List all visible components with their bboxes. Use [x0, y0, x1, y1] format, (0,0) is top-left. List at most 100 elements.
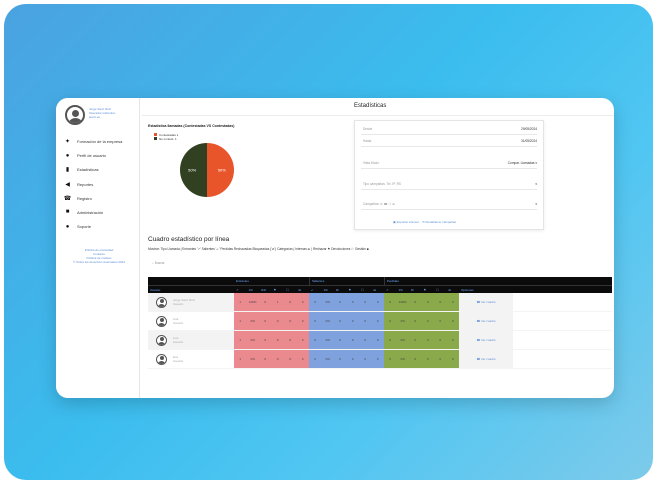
- filter-label: Tipo campañas: Tel. IP, RS: [363, 182, 402, 186]
- filter-value: Compar. Llamadas ▾: [507, 161, 537, 165]
- filter-label: Desde: [363, 127, 373, 131]
- view-details-link[interactable]: ☎ Ver cuadro: [459, 331, 513, 349]
- column-header[interactable]: ☐: [434, 286, 447, 293]
- column-header[interactable]: 1%: [322, 286, 335, 293]
- column-header[interactable]: ⊘⊘: [259, 286, 272, 293]
- main-content: Estadísticas Estadística llamadas (Conte…: [142, 98, 614, 398]
- table-row: Eva Usuario 1 0% 0 0 0 0 0 0% 0 0 0 0 0 0% 0 0 0 0 ☎ Ver cua…: [148, 350, 612, 369]
- filter-value: ▾: [535, 182, 537, 186]
- reset-campaigns-button[interactable]: ⟲ Restablecer campañas: [422, 220, 456, 224]
- red-stat-cell: 1: [271, 293, 284, 311]
- green-stat-cell: 0: [409, 331, 422, 349]
- red-stat-cell: 1: [234, 293, 247, 311]
- column-header[interactable]: 1%: [247, 286, 260, 293]
- column-header[interactable]: ↗: [234, 286, 247, 293]
- column-header[interactable]: ☐: [359, 286, 372, 293]
- user-profile[interactable]: Jorge Sanz Ruiz Operador telefonico jsan…: [65, 105, 137, 129]
- sidebar-item-1[interactable]: ● Perfil de usuario: [64, 150, 138, 161]
- sidebar-item-label: Estadísticas: [77, 167, 99, 173]
- sidebar-footer-links: Política de privacidad Contacto Política…: [62, 248, 136, 264]
- column-header[interactable]: ⚑: [422, 286, 435, 293]
- green-stat-cell: 0: [409, 312, 422, 330]
- column-header[interactable]: Opciones: [459, 286, 513, 293]
- column-header[interactable]: ⊞: [297, 286, 310, 293]
- column-header[interactable]: ⊞: [372, 286, 385, 293]
- table-row: Jorge Sanz Ruiz Usuario 1 100% 0 1 0 0 0 0% 0 0 0 0 0 1…: [148, 293, 612, 312]
- filter-to-date[interactable]: Hasta 31/05/2024: [363, 139, 537, 143]
- divider: [361, 168, 537, 169]
- blue-stat-cell: 0: [309, 350, 322, 368]
- megaphone-icon: ✦: [64, 139, 71, 145]
- sidebar-item-2[interactable]: ▮ Estadísticas: [64, 164, 138, 175]
- sidebar-item-5[interactable]: ■ Administración: [64, 207, 138, 218]
- red-stat-cell: 1: [234, 312, 247, 330]
- user-cell: Eva Usuario: [148, 350, 234, 368]
- column-header[interactable]: 1%: [397, 286, 410, 293]
- green-stat-cell: 0: [384, 293, 397, 311]
- filter-campaign-type[interactable]: Tipo campañas: Tel. IP, RS ▾: [363, 182, 537, 186]
- row-user-sub: Usuario: [173, 340, 184, 344]
- blue-stat-cell: 0: [346, 350, 359, 368]
- red-stat-cell: 0: [271, 331, 284, 349]
- user-info: Jorge Sanz Ruiz Operador telefonico jsan…: [89, 107, 135, 119]
- column-header[interactable]: ⊠: [409, 286, 422, 293]
- green-stat-cell: 0: [409, 350, 422, 368]
- red-stat-cell: 0: [271, 312, 284, 330]
- filter-campaigns[interactable]: Campañas: ✉ ☎ ☐ ⊞ ▾: [363, 202, 537, 206]
- red-stat-cell: 0: [259, 331, 272, 349]
- sidebar-item-label: Reportes: [77, 181, 94, 187]
- filter-buttons: ▣ Exportar a Excel ⟲ Restablecer campaña…: [393, 220, 456, 224]
- view-details-link[interactable]: ☎ Ver cuadro: [459, 312, 513, 330]
- user-avatar-icon: [156, 353, 167, 365]
- user-domain: jsanz.es: [89, 115, 101, 119]
- red-stat-cell: 0: [271, 350, 284, 368]
- user-name-block: Eva Usuario: [173, 355, 183, 363]
- search-placeholder: Buscar: [154, 261, 165, 265]
- green-stat-cell: 0: [434, 312, 447, 330]
- row-user-sub: Usuario: [173, 302, 184, 306]
- table-sub-header: Usuario ↗ 1% ⊘⊘ ⚑ ☐ ⊞ ↙ 1% ⊠ ⚑ ☐ ⊞ ↗ 1% ⊠ ⚑ ☐ ⊞ Opciones: [148, 285, 612, 293]
- column-header[interactable]: ↗: [384, 286, 397, 293]
- column-header[interactable]: ⊠: [334, 286, 347, 293]
- filter-label: Hasta: [363, 139, 372, 143]
- pie-chart-title: Estadística llamadas (Contestadas VS Con…: [148, 124, 235, 128]
- filters-panel: Desde 29/05/2024 Hasta 31/05/2024 Vista Mo…: [354, 120, 544, 230]
- column-header[interactable]: ☐: [284, 286, 297, 293]
- sidebar-item-4[interactable]: ☎ Registro: [64, 193, 138, 204]
- sidebar-item-3[interactable]: ◀ Reportes: [64, 179, 138, 190]
- pie-chart-card: Estadística llamadas (Contestadas VS Con…: [148, 124, 344, 216]
- sidebar-item-0[interactable]: ✦ Formación de la empresa: [64, 136, 138, 147]
- table-row: Ana Usuario 1 0% 0 0 0 0 0 0% 0 0 0 0 0 0% 0 0 0 0 ☎ Ver cua…: [148, 312, 612, 331]
- filter-from-date[interactable]: Desde 29/05/2024: [363, 127, 537, 131]
- view-details-link[interactable]: ☎ Ver cuadro: [459, 350, 513, 368]
- red-stat-cell: 0: [296, 293, 309, 311]
- green-stat-cell: 0: [434, 293, 447, 311]
- divider: [361, 189, 537, 190]
- column-header[interactable]: Usuario: [148, 286, 234, 293]
- filter-view-mode[interactable]: Vista Modo Compar. Llamadas ▾: [363, 161, 537, 165]
- blue-stat-cell: 0: [371, 331, 384, 349]
- table-section-title: Cuadro estadístico por línea: [148, 236, 230, 243]
- column-header[interactable]: ⚑: [272, 286, 285, 293]
- search-input[interactable]: ⌕ Buscar: [148, 258, 238, 268]
- blue-stat-cell: 0: [359, 293, 372, 311]
- table-group-header: Entrantes Salientes Perdidas: [148, 277, 612, 285]
- blue-stat-cell: 0: [334, 331, 347, 349]
- user-cell: Luis Usuario: [148, 331, 234, 349]
- green-stat-cell: 0: [421, 293, 434, 311]
- divider: [361, 134, 537, 135]
- sidebar-item-label: Perfil de usuario: [77, 153, 106, 159]
- view-details-link[interactable]: ☎ Ver cuadro: [459, 293, 513, 311]
- red-stat-cell: 1: [234, 331, 247, 349]
- blue-stat-cell: 0: [371, 350, 384, 368]
- column-header[interactable]: ⊞: [447, 286, 460, 293]
- green-stat-cell: 0%: [396, 331, 409, 349]
- sidebar-item-6[interactable]: ● Soporte: [64, 221, 138, 232]
- filter-label: Vista Modo: [363, 161, 379, 165]
- column-header[interactable]: ↙: [309, 286, 322, 293]
- background-frame: Jorge Sanz Ruiz Operador telefonico jsan…: [4, 4, 653, 480]
- column-header[interactable]: ⚑: [347, 286, 360, 293]
- sidebar-item-label: Registro: [77, 195, 92, 201]
- export-excel-button[interactable]: ▣ Exportar a Excel: [393, 220, 419, 224]
- pie-slice-label: 50%: [218, 168, 226, 173]
